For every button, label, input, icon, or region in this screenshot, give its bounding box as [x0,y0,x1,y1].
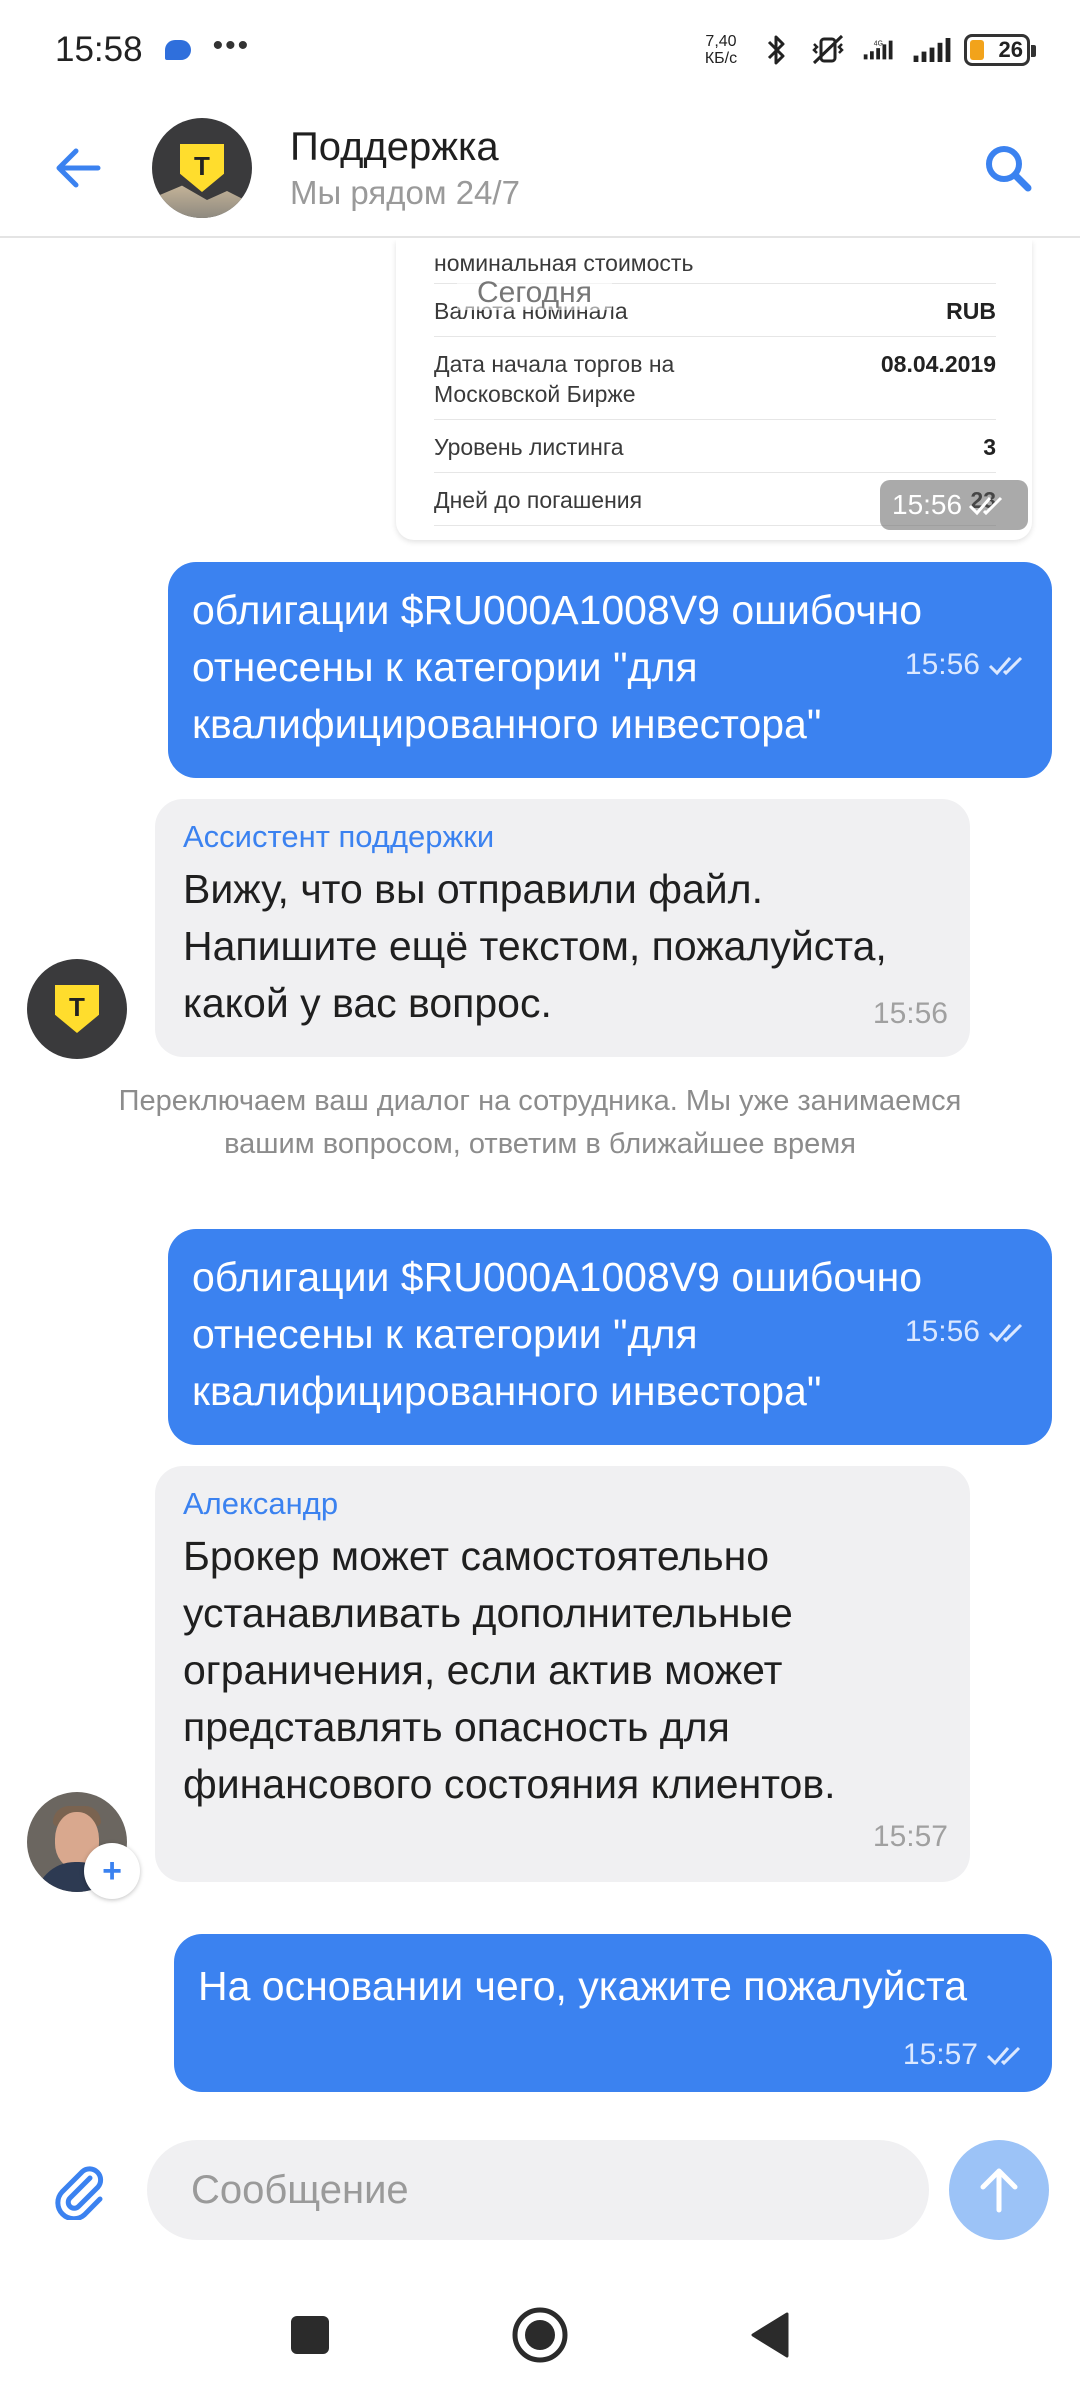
battery-level: 26 [998,37,1023,62]
network-speed: 7,40 КБ/c [698,33,744,67]
message-time: 15:56 [872,997,948,1030]
signal-4g-icon: 4G [860,33,900,67]
status-right: 7,40 КБ/c 4G 26 [698,33,1036,67]
message-meta: 15:57 [873,1820,948,1854]
card-row-value: RUB [946,298,996,324]
status-bar: 15:58 ••• 7,40 КБ/c 4G 26 [0,0,1080,100]
outgoing-message[interactable]: облигации $RU000A1008V9 ошибочно отнесен… [168,1229,1052,1445]
composer-bar [0,2120,1080,2260]
message-text: На основании чего, укажите пожалуйста [198,1963,968,2009]
arrow-up-icon [980,2168,1018,2213]
card-row-key: Дата начала торгов на Московской Бирже [434,351,675,407]
back-button[interactable] [48,138,108,198]
card-row-key: Уровень листинга [434,434,624,460]
message-time: 15:56 [904,648,980,681]
message-meta: 15:57 [903,2038,1026,2072]
message-time: 15:57 [902,2038,978,2071]
double-check-icon [969,496,1003,516]
back-nav-button[interactable] [735,2300,805,2370]
double-check-icon [988,1323,1023,1343]
message-time: 15:56 [892,489,963,520]
status-left: 15:58 ••• [55,29,251,70]
message-text: Вижу, что вы отправили файл. Напишите ещ… [183,866,887,1026]
double-check-icon [988,656,1023,676]
chat-title-block[interactable]: Поддержка Мы рядом 24/7 [290,125,520,212]
back-triangle-icon [751,2312,789,2358]
message-time: 15:56 [904,1315,980,1348]
sender-name[interactable]: Ассистент поддержки [183,819,942,855]
recents-button[interactable] [275,2300,345,2370]
t-shield-logo-icon: T [180,144,224,192]
message-text: Брокер может самостоятельно устанавливат… [183,1533,836,1807]
card-row-key: Дней до погашения [434,487,643,513]
search-icon [986,146,1032,192]
chat-header: T Поддержка Мы рядом 24/7 [0,100,1080,238]
incoming-message[interactable]: Ассистент поддержки Вижу, что вы отправи… [155,799,970,1057]
message-time: 15:57 [872,1820,948,1853]
paperclip-icon [55,2166,104,2220]
sender-name[interactable]: Александр [183,1486,942,1522]
assistant-avatar[interactable]: T [27,959,127,1059]
chat-messages-area[interactable]: номинальная стоимость Валюта номинала RU… [0,240,1080,2120]
message-input[interactable] [147,2140,929,2240]
signal-icon [912,33,952,67]
network-type-label: 4G [874,41,883,48]
status-time: 15:58 [55,30,143,69]
incoming-message[interactable]: Александр Брокер может самостоятельно ус… [155,1466,970,1882]
support-avatar[interactable]: T [152,118,252,218]
message-meta: 15:56 [873,997,948,1031]
arrow-left-icon [56,148,101,188]
card-timestamp: 15:56 [880,480,1028,530]
outgoing-message[interactable]: облигации $RU000A1008V9 ошибочно отнесен… [168,562,1052,778]
card-row: Уровень листинга 3 [434,420,996,473]
home-circle-icon [512,2307,568,2363]
search-button[interactable] [976,136,1040,200]
vibrate-off-icon [808,33,848,67]
network-speed-value: 7,40 [705,33,737,50]
chat-subtitle: Мы рядом 24/7 [290,173,520,211]
system-note: Переключаем ваш диалог на сотрудника. Мы… [118,1085,962,1160]
attach-button[interactable] [45,2155,115,2225]
date-divider: Сегодня [457,276,612,310]
t-shield-logo-icon: T [55,985,99,1033]
double-check-icon [986,2046,1021,2066]
card-row-value: 08.04.2019 [880,351,996,377]
card-row: Дата начала торгов на Московской Бирже 0… [434,337,996,420]
recents-square-icon [291,2316,329,2354]
bluetooth-icon [756,33,796,67]
add-contact-badge[interactable]: + [84,1843,140,1899]
message-text: облигации $RU000A1008V9 ошибочно отнесен… [192,587,923,747]
chat-title: Поддержка [290,124,499,169]
more-notifications-icon: ••• [212,29,251,62]
outgoing-message[interactable]: На основании чего, укажите пожалуйста 15… [174,1934,1052,2092]
message-text: облигации $RU000A1008V9 ошибочно отнесен… [192,1254,923,1414]
send-button[interactable] [949,2140,1049,2240]
home-button[interactable] [505,2300,575,2370]
battery-level-fill [970,40,984,60]
battery-icon: 26 [964,34,1036,66]
system-navigation-bar [0,2270,1080,2400]
message-meta: 15:56 [905,1315,1028,1349]
network-speed-unit: КБ/c [704,50,738,67]
message-meta: 15:56 [905,648,1028,682]
card-row-value: 3 [983,434,996,460]
chat-notification-icon [164,40,191,60]
